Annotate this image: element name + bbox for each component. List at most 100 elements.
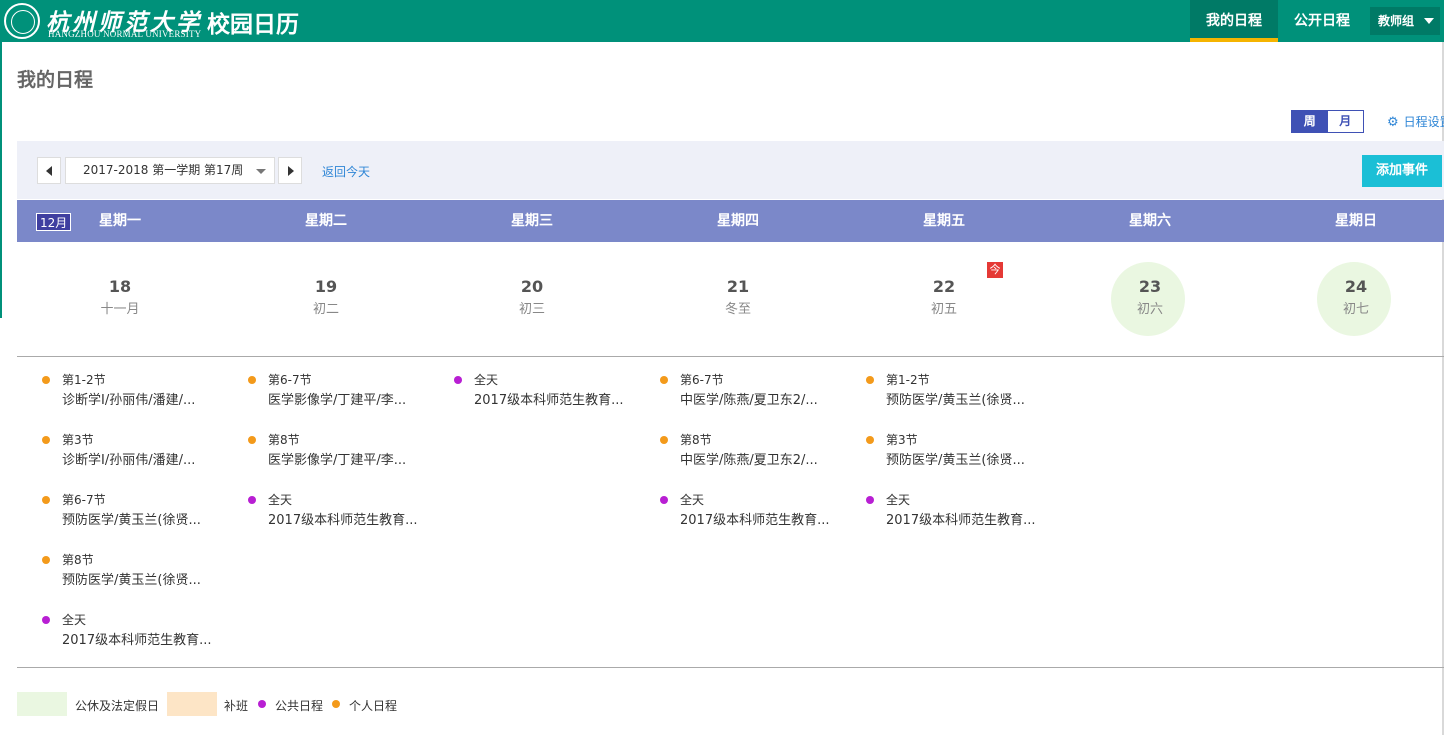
date-number: 21 <box>726 277 750 296</box>
top-bar: 杭州师范大学 HANGZHOU NORMAL UNIVERSITY 校园日历 我… <box>0 0 1444 42</box>
view-month-button[interactable]: 月 <box>1327 111 1363 132</box>
legend-public-label: 公共日程 <box>275 699 324 713</box>
weekday-tue: 星期二 <box>305 213 347 229</box>
personal-dot-icon <box>42 556 50 564</box>
arrow-right-icon <box>288 166 294 176</box>
lunar-date: 初七 <box>1342 302 1369 317</box>
personal-dot-icon <box>332 700 340 708</box>
back-to-today-link[interactable]: 返回今天 <box>322 163 370 180</box>
event-title: 2017级本科师范生教育... <box>268 513 418 528</box>
date-cell-wed[interactable]: 20 初三 <box>429 262 635 338</box>
event-time: 第3节 <box>62 433 94 447</box>
event-title: 诊断学Ⅰ/孙丽伟/潘建/... <box>62 393 196 408</box>
personal-dot-icon <box>42 436 50 444</box>
weekday-sat: 星期六 <box>1129 213 1171 229</box>
lunar-date: 初六 <box>1136 302 1163 317</box>
event-time: 全天 <box>680 493 705 507</box>
event-time: 全天 <box>62 613 87 627</box>
event-time: 第3节 <box>886 433 918 447</box>
event-time: 全天 <box>886 493 911 507</box>
event-title: 2017级本科师范生教育... <box>886 513 1036 528</box>
lunar-date: 冬至 <box>724 302 751 317</box>
date-cell-sat[interactable]: 23 初六 <box>1047 262 1253 338</box>
weekday-sun: 星期日 <box>1335 213 1377 229</box>
group-dropdown-label: 教师组 <box>1378 14 1415 28</box>
event-time: 第1-2节 <box>886 373 930 387</box>
public-dot-icon <box>866 496 874 504</box>
group-dropdown[interactable]: 教师组 <box>1370 7 1440 35</box>
legend-holiday-label: 公休及法定假日 <box>75 699 160 713</box>
tab-my-schedule[interactable]: 我的日程 <box>1190 0 1278 42</box>
date-number: 18 <box>108 277 132 296</box>
date-cell-mon[interactable]: 18 十一月 <box>17 262 223 338</box>
today-badge: 今 <box>987 262 1003 278</box>
term-week-select[interactable]: 2017-2018 第一学期 第17周 <box>65 157 275 184</box>
event-title: 2017级本科师范生教育... <box>680 513 830 528</box>
event-time: 第6-7节 <box>268 373 312 387</box>
term-week-value: 2017-2018 第一学期 第17周 <box>83 163 244 177</box>
lunar-date: 初二 <box>312 302 339 317</box>
event-title: 预防医学/黄玉兰(徐贤... <box>886 393 1025 408</box>
weekday-wed: 星期三 <box>511 213 553 229</box>
page-title: 我的日程 <box>17 69 94 91</box>
event-title: 医学影像学/丁建平/李... <box>268 393 407 408</box>
event-title: 诊断学Ⅰ/孙丽伟/潘建/... <box>62 453 196 468</box>
personal-dot-icon <box>660 436 668 444</box>
event-title: 医学影像学/丁建平/李... <box>268 453 407 468</box>
personal-dot-icon <box>248 436 256 444</box>
personal-dot-icon <box>248 376 256 384</box>
next-week-button[interactable] <box>278 157 302 184</box>
divider-bottom <box>17 667 1444 668</box>
chevron-down-icon <box>1424 18 1434 24</box>
personal-dot-icon <box>866 376 874 384</box>
event-time: 第6-7节 <box>62 493 106 507</box>
week-header: 12月 星期一 星期二 星期三 星期四 星期五 星期六 星期日 <box>17 200 1444 242</box>
date-cell-sun[interactable]: 24 初七 <box>1253 262 1444 338</box>
date-number: 19 <box>314 277 338 296</box>
event-title: 预防医学/黄玉兰(徐贤... <box>62 573 201 588</box>
date-cell-thu[interactable]: 21 冬至 <box>635 262 841 338</box>
view-toggle: 周 月 <box>1291 110 1364 133</box>
event-title: 2017级本科师范生教育... <box>62 633 212 648</box>
personal-dot-icon <box>866 436 874 444</box>
personal-dot-icon <box>660 376 668 384</box>
legend-personal-label: 个人日程 <box>349 699 398 713</box>
view-week-button[interactable]: 周 <box>1292 111 1328 132</box>
lunar-date: 初三 <box>518 302 545 317</box>
legend-makeup-swatch <box>167 692 217 716</box>
event-time: 第8节 <box>680 433 712 447</box>
university-logo-english: HANGZHOU NORMAL UNIVERSITY <box>48 29 202 39</box>
schedule-settings-label: 日程设置 <box>1403 115 1444 129</box>
gear-icon: ⚙ <box>1387 115 1399 130</box>
date-number: 22 <box>932 277 956 296</box>
legend-makeup-label: 补班 <box>224 699 249 713</box>
event-title: 预防医学/黄玉兰(徐贤... <box>886 453 1025 468</box>
lunar-date: 十一月 <box>100 302 140 317</box>
university-seal-icon <box>4 3 40 39</box>
arrow-left-icon <box>46 166 52 176</box>
tab-public-schedule[interactable]: 公开日程 <box>1280 0 1364 42</box>
prev-week-button[interactable] <box>37 157 61 184</box>
event-title: 预防医学/黄玉兰(徐贤... <box>62 513 201 528</box>
event-time: 第8节 <box>268 433 300 447</box>
personal-dot-icon <box>42 496 50 504</box>
weekday-mon: 星期一 <box>99 213 141 229</box>
event-time: 第6-7节 <box>680 373 724 387</box>
calendar-toolbar: 2017-2018 第一学期 第17周 返回今天 添加事件 <box>17 141 1444 199</box>
date-number: 20 <box>520 277 544 296</box>
weekday-thu: 星期四 <box>717 213 759 229</box>
public-dot-icon <box>660 496 668 504</box>
schedule-settings-link[interactable]: ⚙ 日程设置 <box>1387 113 1444 130</box>
date-number: 23 <box>1138 277 1162 296</box>
divider-top <box>17 356 1444 357</box>
public-dot-icon <box>454 376 462 384</box>
personal-dot-icon <box>42 376 50 384</box>
event-title: 中医学/陈燕/夏卫东2/... <box>680 453 818 468</box>
left-border <box>0 42 2 318</box>
date-cell-tue[interactable]: 19 初二 <box>223 262 429 338</box>
event-time: 第1-2节 <box>62 373 106 387</box>
add-event-button[interactable]: 添加事件 <box>1362 155 1442 187</box>
date-cell-fri[interactable]: 22 初五 <box>841 262 1047 338</box>
public-dot-icon <box>42 616 50 624</box>
event-time: 第8节 <box>62 553 94 567</box>
